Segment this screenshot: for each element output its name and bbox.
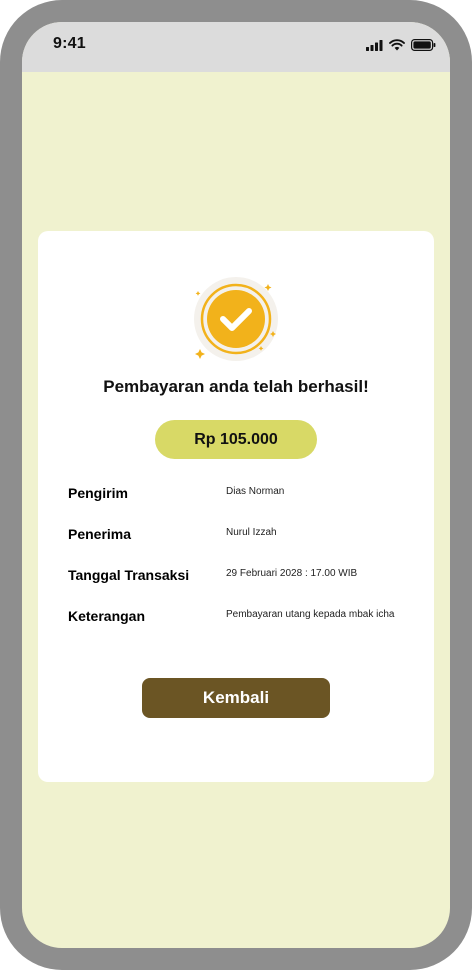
payment-success-card: Pembayaran anda telah berhasil! Rp 105.0… [38,231,434,782]
status-bar: 9:41 [22,22,450,72]
success-title: Pembayaran anda telah berhasil! [103,377,369,396]
detail-row-recipient: Penerima Nurul Izzah [68,524,428,546]
detail-row-description: Keterangan Pembayaran utang kepada mbak … [68,606,428,628]
status-icons [366,38,436,56]
phone-frame: 9:41 Pembayaran anda telah berhasil! Rp … [0,0,472,970]
detail-value: Dias Norman [226,486,285,497]
detail-row-sender: Pengirim Dias Norman [68,483,428,505]
detail-label: Keterangan [68,608,146,624]
cellular-signal-icon [366,38,383,56]
battery-icon [411,38,436,56]
detail-label: Penerima [68,526,132,542]
detail-label: Pengirim [68,485,128,501]
detail-label: Tanggal Transaksi [68,567,190,583]
detail-value: Pembayaran utang kepada mbak icha [226,609,395,620]
screen: 9:41 Pembayaran anda telah berhasil! Rp … [22,22,450,948]
detail-row-transaction-date: Tanggal Transaksi 29 Februari 2028 : 17.… [68,565,428,587]
check-badge-icon [188,273,284,365]
amount-badge: Rp 105.000 [155,420,317,459]
wifi-icon [389,38,405,56]
detail-value: Nurul Izzah [226,527,277,538]
status-time: 9:41 [53,35,86,52]
back-button[interactable]: Kembali [142,678,330,718]
detail-value: 29 Februari 2028 : 17.00 WIB [226,568,358,579]
